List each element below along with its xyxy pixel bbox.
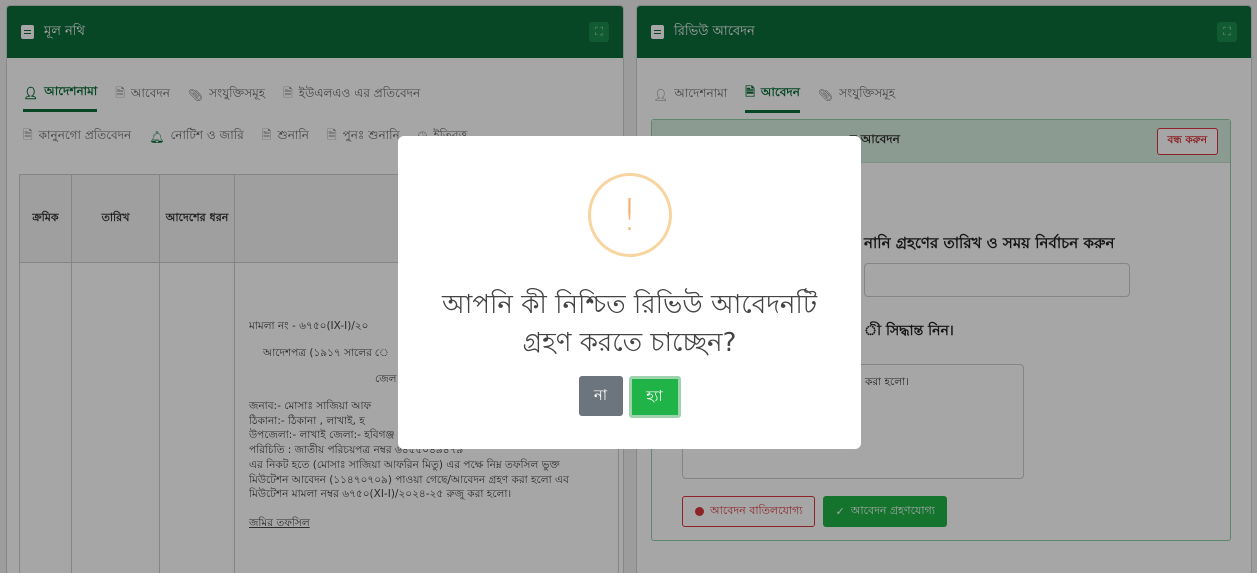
confirm-message: আপনি কী নিশ্চিত রিভিউ আবেদনটি গ্রহণ করতে…	[442, 290, 817, 358]
no-button[interactable]: না	[578, 376, 623, 417]
warning-icon: !	[587, 173, 672, 257]
yes-button[interactable]: হ্যা	[628, 376, 681, 419]
confirm-dialog: ! আপনি কী নিশ্চিত রিভিউ আবেদনটি গ্রহণ কর…	[398, 136, 861, 449]
confirm-buttons: না হ্যা	[578, 376, 681, 419]
